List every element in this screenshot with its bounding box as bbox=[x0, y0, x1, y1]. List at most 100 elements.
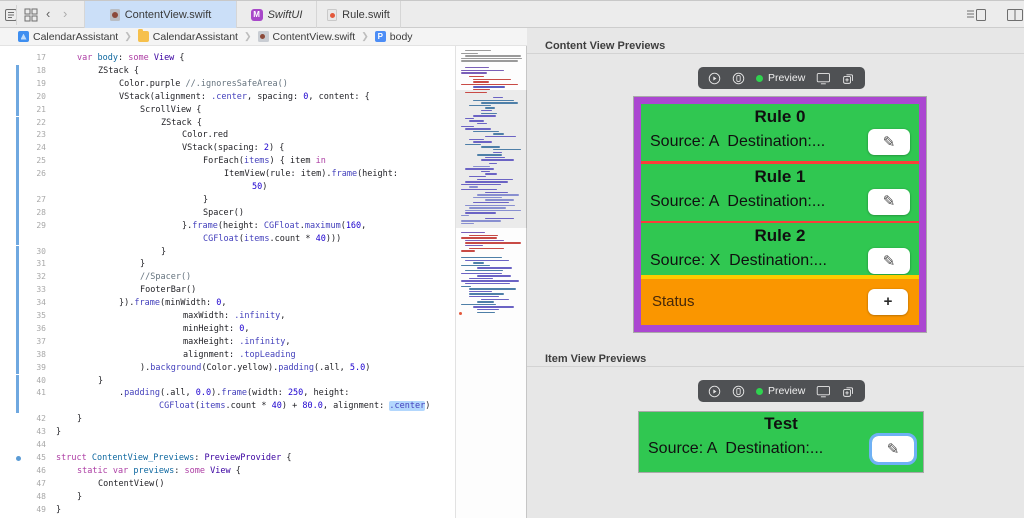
line-number: 28 bbox=[36, 207, 46, 217]
code-line[interactable]: 18 ZStack { bbox=[0, 64, 455, 78]
minimap-code-line bbox=[461, 57, 522, 60]
minimap-code-line bbox=[473, 81, 490, 83]
code-line[interactable]: CGFloat(items.count * 40))) bbox=[0, 232, 455, 246]
code-line[interactable]: 23 Color.red bbox=[0, 129, 455, 143]
pencil-icon: ✎ bbox=[882, 252, 896, 270]
line-number: 26 bbox=[36, 169, 46, 179]
duplicate-preview-icon[interactable] bbox=[842, 384, 855, 399]
code-text: var body: some View { bbox=[77, 53, 185, 63]
code-line[interactable]: CGFloat(items.count * 40) + 80.0, alignm… bbox=[0, 400, 455, 414]
device-settings-icon[interactable] bbox=[816, 71, 831, 86]
live-preview-icon[interactable] bbox=[708, 384, 721, 399]
code-line[interactable]: 20 VStack(alignment: .center, spacing: 0,… bbox=[0, 90, 455, 104]
code-line[interactable]: 37 maxHeight: .infinity, bbox=[0, 335, 455, 349]
code-line[interactable]: 21 ScrollView { bbox=[0, 103, 455, 117]
breadcrumb-chevron: ❯ bbox=[361, 31, 369, 41]
device-settings-icon[interactable] bbox=[816, 384, 831, 399]
minimap-code-line bbox=[473, 78, 511, 80]
code-line[interactable]: 25 ForEach(items) { item in bbox=[0, 155, 455, 169]
back-button[interactable]: ‹ bbox=[46, 6, 50, 21]
code-line[interactable]: 19 Color.purple //.ignoresSafeArea() bbox=[0, 77, 455, 91]
edit-rule-button[interactable]: ✎ bbox=[868, 188, 910, 215]
minimap-code-line bbox=[469, 186, 478, 188]
edit-rule-button[interactable]: ✎ bbox=[869, 433, 917, 465]
minimap-code-line bbox=[461, 60, 519, 62]
tab-overview-icon[interactable] bbox=[23, 7, 39, 23]
minimap-code-line bbox=[461, 285, 472, 287]
line-number: 19 bbox=[36, 78, 46, 88]
code-line[interactable]: 48} bbox=[0, 491, 455, 504]
breadcrumb-symbol[interactable]: P body bbox=[374, 31, 413, 43]
code-line[interactable]: 26 ItemView(rule: item).frame(height: bbox=[0, 168, 455, 181]
add-rule-button[interactable]: + bbox=[868, 288, 908, 315]
preview-on-device-icon[interactable] bbox=[732, 71, 745, 86]
code-line[interactable]: 40} bbox=[0, 374, 455, 388]
code-line[interactable]: 31} bbox=[0, 258, 455, 272]
preview-toolbar: Preview bbox=[698, 67, 865, 89]
code-text: }).frame(minWidth: 0, bbox=[119, 298, 227, 309]
tab-swiftui[interactable]: M SwiftUI bbox=[237, 1, 317, 28]
code-line[interactable]: 27} bbox=[0, 193, 455, 207]
minimap-code-line bbox=[469, 234, 499, 236]
minimap-code-line bbox=[473, 130, 500, 133]
tab-label: Rule.swift bbox=[342, 8, 390, 21]
preview-on-device-icon[interactable] bbox=[732, 384, 745, 399]
rule-title: Rule 0 bbox=[754, 107, 806, 126]
tab-contentview-swift[interactable]: ContentView.swift bbox=[84, 1, 237, 28]
minimap-code-line bbox=[469, 290, 492, 293]
code-line[interactable]: 49} bbox=[0, 504, 455, 517]
code-line[interactable]: 35 maxWidth: .infinity, bbox=[0, 310, 455, 323]
contentview-preview[interactable]: Rule 0 Source: A Destination:... ✎ Rule 1 So… bbox=[633, 96, 927, 333]
code-line[interactable]: 34}).frame(minWidth: 0, bbox=[0, 297, 455, 310]
line-number: 25 bbox=[36, 156, 46, 166]
code-line[interactable]: 47 ContentView() bbox=[0, 478, 455, 491]
code-line[interactable]: 42} bbox=[0, 413, 455, 426]
code-line[interactable]: 33 FooterBar() bbox=[0, 284, 455, 298]
code-line[interactable]: 50) bbox=[0, 181, 455, 194]
code-line[interactable]: 32 //Spacer() bbox=[0, 271, 455, 285]
minimap-code-line bbox=[469, 76, 485, 78]
breadcrumb-file[interactable]: ContentView.swift bbox=[257, 30, 356, 43]
duplicate-preview-icon[interactable] bbox=[842, 71, 855, 86]
code-line[interactable]: 43} bbox=[0, 426, 455, 439]
editor-options-icon[interactable] bbox=[966, 7, 988, 23]
add-editor-icon[interactable] bbox=[1006, 7, 1024, 23]
breadcrumb-project[interactable]: CalendarAssistant bbox=[18, 31, 118, 43]
code-line[interactable]: 39).background(Color.yellow).padding(.al… bbox=[0, 361, 455, 375]
code-line[interactable]: 24 VStack(spacing: 2) { bbox=[0, 142, 455, 156]
code-line[interactable]: 38 alignment: .topLeading bbox=[0, 348, 455, 362]
code-line[interactable]: 29}.frame(height: CGFloat.maximum(160, bbox=[0, 219, 455, 233]
minimap-code-line bbox=[461, 125, 474, 127]
line-number: 21 bbox=[36, 104, 46, 114]
code-text: .padding(.all, 0.0).frame(width: 250, he… bbox=[119, 388, 350, 399]
code-editor[interactable]: 17 var body: some View {18 ZStack {19 Color… bbox=[0, 46, 455, 518]
minimap-code-line bbox=[481, 298, 510, 300]
edit-rule-button[interactable]: ✎ bbox=[868, 248, 910, 274]
tab-rule-swift[interactable]: Rule.swift bbox=[317, 1, 401, 28]
code-line[interactable]: 46 static var previews: some View { bbox=[0, 465, 455, 478]
code-line[interactable]: 41 .padding(.all, 0.0).frame(width: 250, … bbox=[0, 387, 455, 401]
code-text: struct ContentView_Previews: PreviewProv… bbox=[56, 452, 292, 463]
code-line[interactable]: 45 struct ContentView_Previews: PreviewPr… bbox=[0, 452, 455, 465]
divider bbox=[527, 53, 1024, 54]
minimap-code-line bbox=[485, 173, 498, 175]
edit-rule-button[interactable]: ✎ bbox=[868, 129, 910, 155]
code-line[interactable]: 30} bbox=[0, 245, 455, 259]
breadcrumb-label: ContentView.swift bbox=[272, 30, 356, 43]
code-line[interactable]: 36 minHeight: 0, bbox=[0, 322, 455, 336]
itemview-preview[interactable]: Test Source: A Destination:... ✎ bbox=[638, 411, 924, 473]
forward-button[interactable]: › bbox=[63, 6, 67, 21]
minimap[interactable] bbox=[455, 46, 528, 518]
minimap-code-line bbox=[465, 50, 492, 52]
minimap-code-line bbox=[469, 288, 516, 290]
minimap-code-line bbox=[485, 107, 496, 109]
rule-title: Rule 1 bbox=[754, 166, 806, 186]
item-title: Test bbox=[764, 414, 798, 433]
code-line[interactable]: 28 Spacer() bbox=[0, 206, 455, 220]
breadcrumb-group[interactable]: CalendarAssistant bbox=[137, 29, 238, 43]
code-line[interactable]: 44 bbox=[0, 439, 455, 452]
item-subtitle: Source: A Destination:... bbox=[648, 440, 824, 457]
live-preview-icon[interactable] bbox=[708, 71, 721, 86]
code-line[interactable]: 22 ZStack { bbox=[0, 116, 455, 130]
code-line[interactable]: 17 var body: some View { bbox=[0, 52, 455, 65]
